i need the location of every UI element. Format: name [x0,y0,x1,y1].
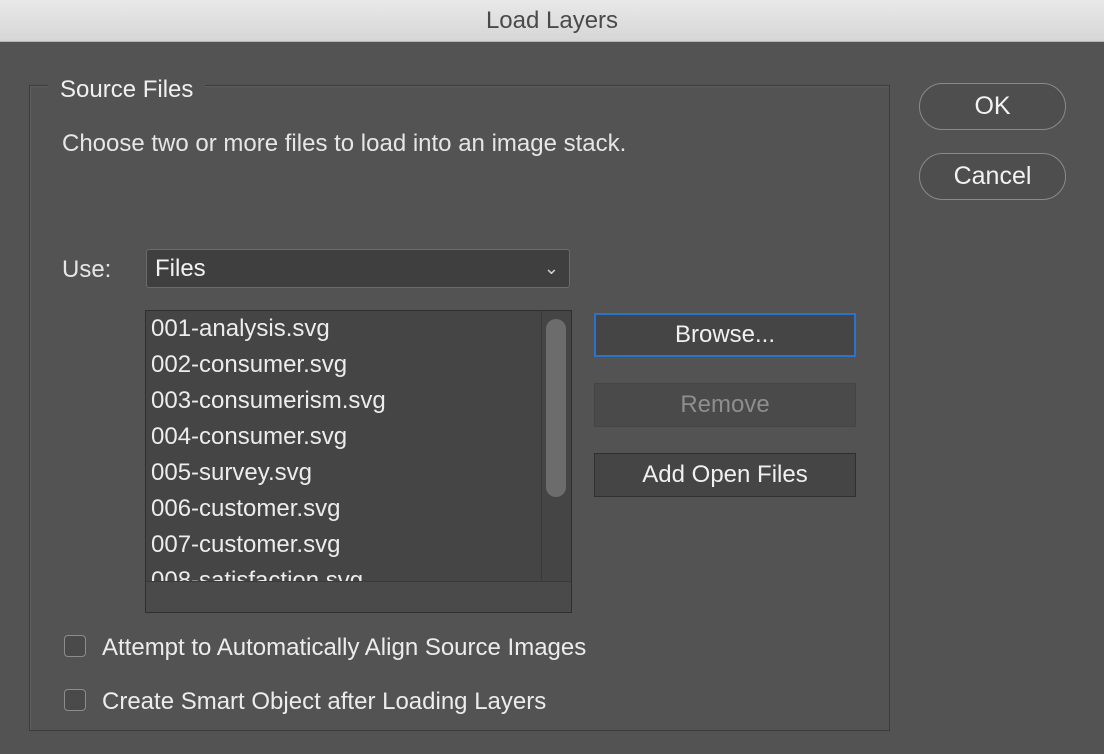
cancel-button[interactable]: Cancel [919,153,1066,200]
file-list-item[interactable]: 005-survey.svg [146,455,541,491]
instruction-text: Choose two or more files to load into an… [62,130,627,157]
file-list-item[interactable]: 006-customer.svg [146,491,541,527]
file-list-item[interactable]: 008-satisfaction.svg [146,563,541,581]
horizontal-scrollbar[interactable] [146,581,571,612]
window-title-bar[interactable]: Load Layers [0,0,1104,42]
file-list-item[interactable]: 004-consumer.svg [146,419,541,455]
remove-button[interactable]: Remove [594,383,856,427]
scrollbar-thumb[interactable] [546,319,566,497]
file-list[interactable]: 001-analysis.svg 002-consumer.svg 003-cons… [145,310,572,613]
use-dropdown[interactable]: Files ⌄ [146,249,570,288]
file-list-item[interactable]: 001-analysis.svg [146,311,541,347]
auto-align-checkbox[interactable] [64,634,86,657]
use-label: Use: [62,256,112,283]
window-title: Load Layers [485,7,619,34]
chevron-down-icon: ⌄ [543,258,559,278]
source-files-legend: Source Files [48,75,206,105]
smart-object-checkbox[interactable] [64,688,86,711]
auto-align-option[interactable]: Attempt to Automatically Align Source Im… [64,633,586,663]
vertical-scrollbar[interactable] [541,311,571,581]
smart-object-label: Create Smart Object after Loading Layers [102,688,547,715]
use-dropdown-value: Files [155,255,206,282]
auto-align-label: Attempt to Automatically Align Source Im… [102,634,587,661]
ok-button[interactable]: OK [919,83,1066,130]
smart-object-option[interactable]: Create Smart Object after Loading Layers [64,687,546,717]
file-list-item[interactable]: 002-consumer.svg [146,347,541,383]
file-list-item[interactable]: 007-customer.svg [146,527,541,563]
browse-button[interactable]: Browse... [594,313,856,357]
add-open-files-button[interactable]: Add Open Files [594,453,856,497]
file-list-items: 001-analysis.svg 002-consumer.svg 003-cons… [146,311,541,581]
file-list-item[interactable]: 003-consumerism.svg [146,383,541,419]
